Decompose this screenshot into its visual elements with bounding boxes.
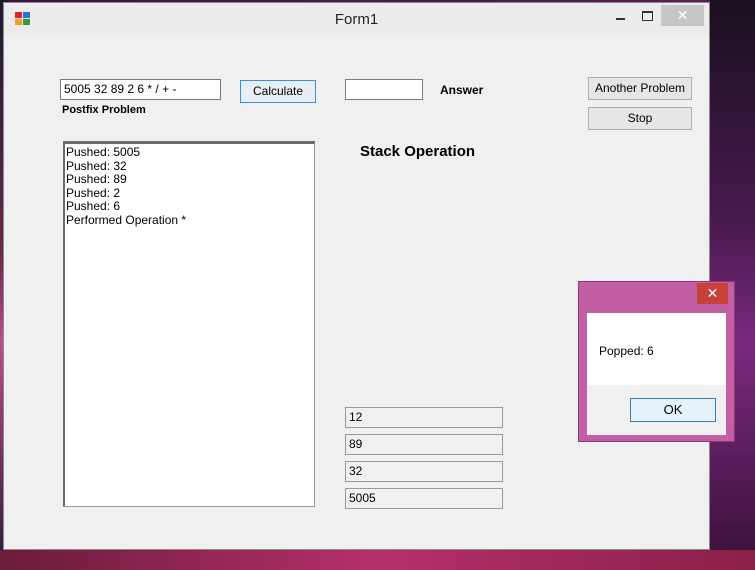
another-problem-button[interactable]: Another Problem bbox=[588, 77, 692, 100]
postfix-input[interactable]: 5005 32 89 2 6 * / + - bbox=[60, 79, 221, 100]
popped-message-dialog[interactable]: ✕ Popped: 6 OK bbox=[578, 281, 735, 442]
maximize-button[interactable] bbox=[635, 7, 659, 27]
stop-button[interactable]: Stop bbox=[588, 107, 692, 130]
log-line[interactable]: Pushed: 2 bbox=[66, 186, 313, 201]
stack-slot-4: 5005 bbox=[345, 488, 503, 509]
dialog-footer: OK bbox=[587, 385, 726, 435]
window-title: Form1 bbox=[334, 11, 379, 28]
title-bar[interactable]: Form1 ✕ bbox=[4, 3, 709, 37]
dialog-close-button[interactable]: ✕ bbox=[697, 283, 728, 304]
dialog-body: Popped: 6 bbox=[587, 313, 726, 385]
stack-slot-1: 12 bbox=[345, 407, 503, 428]
main-window: Form1 ✕ 5005 32 89 2 6 * / + - Postfix P… bbox=[3, 2, 710, 550]
operations-log-list[interactable]: Pushed: 5005 Pushed: 32 Pushed: 89 Pushe… bbox=[63, 141, 315, 507]
dialog-message: Popped: 6 bbox=[599, 344, 654, 358]
postfix-label: Postfix Problem bbox=[62, 104, 146, 116]
desktop-background-bottom bbox=[0, 550, 755, 570]
log-line[interactable]: Performed Operation * bbox=[66, 213, 313, 228]
minimize-button[interactable] bbox=[608, 7, 632, 27]
log-line[interactable]: Pushed: 6 bbox=[66, 200, 313, 214]
log-line[interactable]: Pushed: 5005 bbox=[66, 145, 313, 160]
log-line[interactable]: Pushed: 32 bbox=[66, 159, 313, 174]
stack-operation-title: Stack Operation bbox=[360, 143, 476, 160]
log-line[interactable]: Pushed: 89 bbox=[66, 173, 313, 187]
calculate-button[interactable]: Calculate bbox=[240, 80, 316, 103]
stack-slot-3: 32 bbox=[345, 461, 503, 482]
answer-label: Answer bbox=[440, 83, 484, 97]
stack-slot-2: 89 bbox=[345, 434, 503, 455]
answer-field[interactable] bbox=[345, 79, 423, 100]
close-button[interactable]: ✕ bbox=[661, 5, 704, 26]
ok-button[interactable]: OK bbox=[630, 398, 716, 422]
